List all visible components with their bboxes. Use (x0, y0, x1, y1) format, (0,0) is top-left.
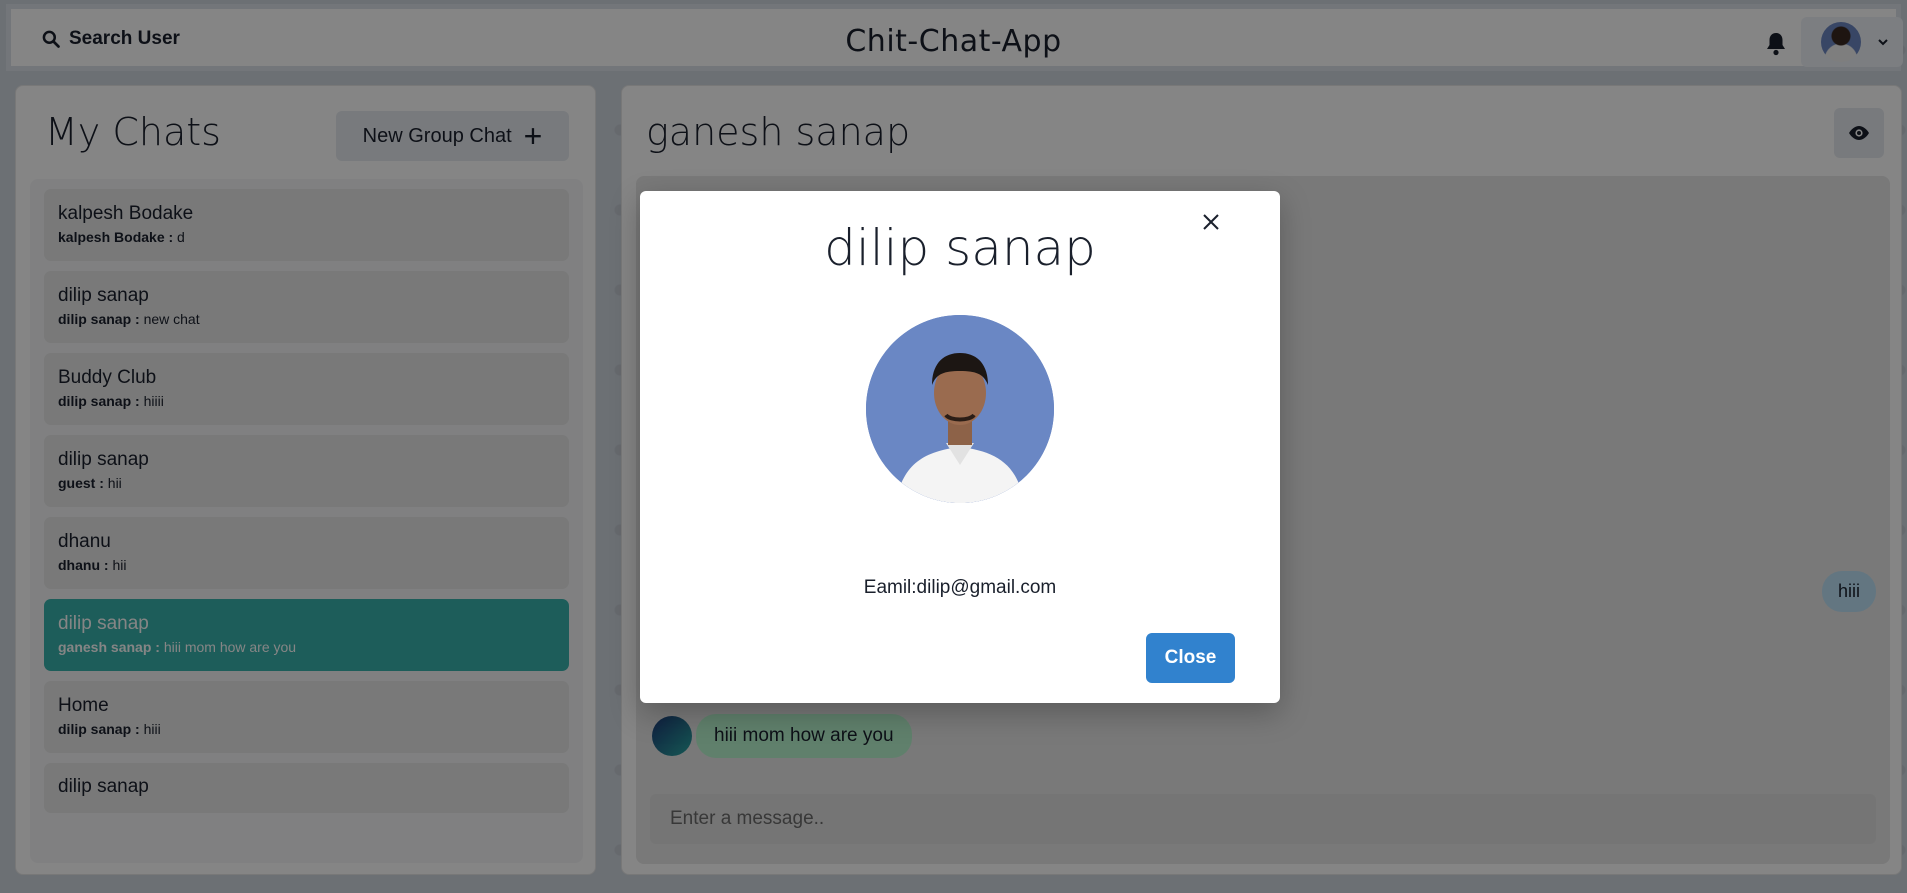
close-icon[interactable] (1194, 205, 1228, 239)
profile-picture (866, 315, 1054, 503)
profile-modal: dilip sanap Eamil:dilip@gmail.com Close (640, 191, 1280, 703)
profile-email: Eamil:dilip@gmail.com (863, 577, 1057, 598)
close-button[interactable]: Close (1146, 633, 1235, 683)
modal-title: dilip sanap (824, 219, 1096, 277)
app-root: Search User Chit-Chat-App My Chats New G… (0, 0, 1907, 893)
